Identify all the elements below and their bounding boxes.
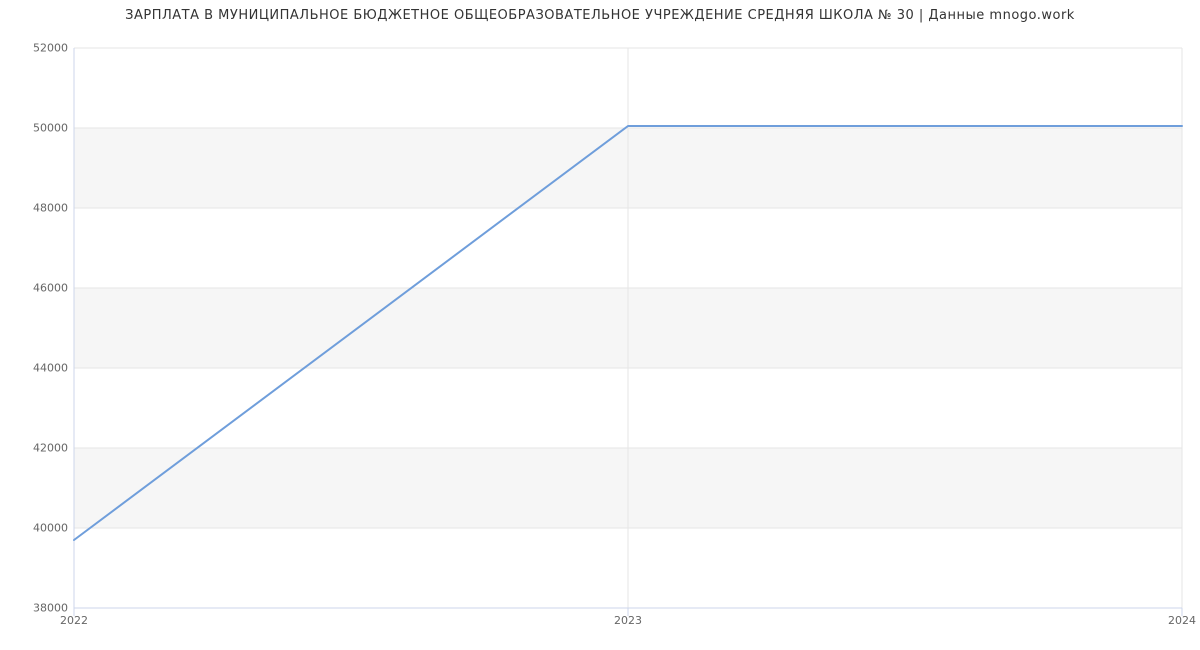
y-tick-label: 42000 (33, 442, 68, 455)
y-tick-label: 46000 (33, 282, 68, 295)
x-tick-label: 2023 (614, 614, 642, 627)
x-tick-label: 2022 (60, 614, 88, 627)
plot-area (74, 48, 1182, 608)
chart-title: ЗАРПЛАТА В МУНИЦИПАЛЬНОЕ БЮДЖЕТНОЕ ОБЩЕО… (0, 8, 1200, 23)
y-tick-label: 38000 (33, 602, 68, 615)
chart-svg (74, 48, 1182, 608)
y-tick-label: 52000 (33, 42, 68, 55)
chart-container: ЗАРПЛАТА В МУНИЦИПАЛЬНОЕ БЮДЖЕТНОЕ ОБЩЕО… (0, 0, 1200, 650)
y-tick-label: 48000 (33, 202, 68, 215)
y-tick-label: 44000 (33, 362, 68, 375)
x-tick-label: 2024 (1168, 614, 1196, 627)
y-tick-label: 40000 (33, 522, 68, 535)
y-tick-label: 50000 (33, 122, 68, 135)
